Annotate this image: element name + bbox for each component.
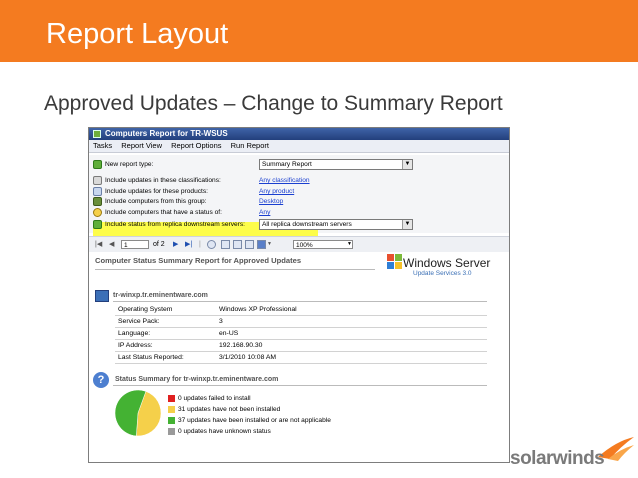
host-name: tr-winxp.tr.eminentware.com [113, 292, 208, 299]
option-replica: Include status from replica downstream s… [93, 219, 493, 230]
report-body: Computer Status Summary Report for Appro… [89, 252, 509, 462]
menu-run-report[interactable]: Run Report [231, 141, 269, 150]
menu-report-options[interactable]: Report Options [171, 141, 221, 150]
classifications-icon [93, 176, 102, 185]
question-icon [93, 208, 102, 217]
status-summary-title: Status Summary for tr-winxp.tr.eminentwa… [115, 376, 279, 383]
window-titlebar: Computers Report for TR-WSUS [89, 128, 509, 140]
slide-banner: Report Layout [0, 0, 638, 62]
legend-swatch-unknown [168, 428, 175, 435]
status-divider [113, 385, 487, 386]
report-type-icon [93, 160, 102, 169]
wsus-app-icon [93, 130, 101, 138]
report-type-value: Summary Report [262, 161, 312, 168]
zoom-select[interactable]: 100% [293, 240, 353, 249]
page-count: of 2 [153, 241, 165, 248]
group-link[interactable]: Desktop [259, 196, 283, 207]
table-row: Last Status Reported: 3/1/2010 10:08 AM [115, 351, 487, 364]
table-row: Operating System Windows XP Professional [115, 304, 487, 316]
chevron-down-icon[interactable]: ▼ [347, 237, 352, 252]
info-value: 3/1/2010 10:08 AM [216, 351, 487, 364]
option-report-type: New report type: Summary Report ▼ [93, 159, 493, 170]
report-type-select[interactable]: Summary Report ▼ [259, 159, 413, 170]
status-link[interactable]: Any [259, 207, 270, 218]
solarwinds-text: solarwinds [510, 448, 605, 469]
info-key: IP Address: [115, 339, 216, 352]
legend-text: 0 updates failed to install [178, 395, 251, 402]
info-value: en-US [216, 327, 487, 340]
info-key: Language: [115, 327, 216, 340]
legend-swatch-failed [168, 395, 175, 402]
toolbar-separator: | [199, 241, 201, 248]
slide-title: Report Layout [46, 18, 229, 50]
group-label: Include computers from this group: [105, 198, 207, 205]
computer-info-table: Operating System Windows XP Professional … [115, 304, 487, 364]
replica-value: All replica downstream servers [262, 221, 352, 228]
table-row: Language: en-US [115, 327, 487, 340]
export-icon[interactable] [257, 240, 266, 249]
report-title: Computer Status Summary Report for Appro… [95, 256, 302, 265]
products-icon [93, 187, 102, 196]
chevron-down-icon: ▼ [402, 220, 412, 229]
prev-page-icon[interactable]: ◀ [109, 237, 114, 252]
group-icon [93, 197, 102, 206]
host-divider [113, 301, 487, 302]
legend-text: 37 updates have been installed or are no… [178, 417, 331, 424]
classifications-link[interactable]: Any classification [259, 175, 310, 186]
page-number-input[interactable]: 1 [121, 240, 149, 249]
chevron-down-icon[interactable]: ▼ [267, 237, 272, 252]
replica-label: Include status from replica downstream s… [105, 221, 245, 228]
first-page-icon[interactable]: |◀ [95, 237, 102, 252]
print-layout-icon[interactable] [233, 240, 242, 249]
stop-icon[interactable] [207, 240, 216, 249]
report-toolbar: |◀ ◀ 1 of 2 ▶ ▶| | ▼ 100% ▼ [89, 236, 509, 253]
legend-swatch-installed [168, 417, 175, 424]
next-page-icon[interactable]: ▶ [173, 237, 178, 252]
solarwinds-logo: solarwinds [510, 437, 634, 471]
menu-report-view[interactable]: Report View [121, 141, 162, 150]
status-pie-chart [114, 389, 162, 437]
table-row: Service Pack: 3 [115, 315, 487, 328]
replica-icon [93, 220, 102, 229]
legend-swatch-not-installed [168, 406, 175, 413]
legend-text: 0 updates have unknown status [178, 428, 271, 435]
menu-bar: Tasks Report View Report Options Run Rep… [89, 140, 509, 153]
info-value: Windows XP Professional [216, 304, 487, 316]
last-page-icon[interactable]: ▶| [185, 237, 192, 252]
report-options-panel: New report type: Summary Report ▼ Includ… [89, 155, 509, 244]
question-icon: ? [93, 372, 109, 388]
legend-text: 31 updates have not been installed [178, 406, 281, 413]
windows-server-logo: Windows Server Update Services 3.0 [385, 252, 507, 282]
print-icon[interactable] [221, 240, 230, 249]
info-key: Service Pack: [115, 315, 216, 328]
table-row: IP Address: 192.168.90.30 [115, 339, 487, 352]
info-key: Last Status Reported: [115, 351, 216, 364]
info-value: 192.168.90.30 [216, 339, 487, 352]
windows-server-text: Windows Server [403, 256, 491, 270]
slide-subtitle: Approved Updates – Change to Summary Rep… [44, 92, 503, 115]
report-window: Computers Report for TR-WSUS Tasks Repor… [88, 127, 510, 463]
option-status: Include computers that have a status of:… [93, 207, 493, 218]
info-value: 3 [216, 315, 487, 328]
option-group: Include computers from this group: Deskt… [93, 196, 493, 207]
status-label: Include computers that have a status of: [105, 209, 222, 216]
report-type-label: New report type: [105, 161, 154, 168]
menu-tasks[interactable]: Tasks [93, 141, 112, 150]
info-key: Operating System [115, 304, 216, 316]
option-classifications: Include updates in these classifications… [93, 175, 493, 186]
title-divider [95, 269, 375, 270]
chevron-down-icon: ▼ [402, 160, 412, 169]
classifications-label: Include updates in these classifications… [105, 177, 221, 184]
computer-icon [95, 290, 109, 302]
replica-select[interactable]: All replica downstream servers ▼ [259, 219, 413, 230]
windows-flag-icon [387, 254, 402, 269]
update-services-text: Update Services 3.0 [413, 270, 472, 277]
page-setup-icon[interactable] [245, 240, 254, 249]
window-title: Computers Report for TR-WSUS [105, 129, 228, 138]
